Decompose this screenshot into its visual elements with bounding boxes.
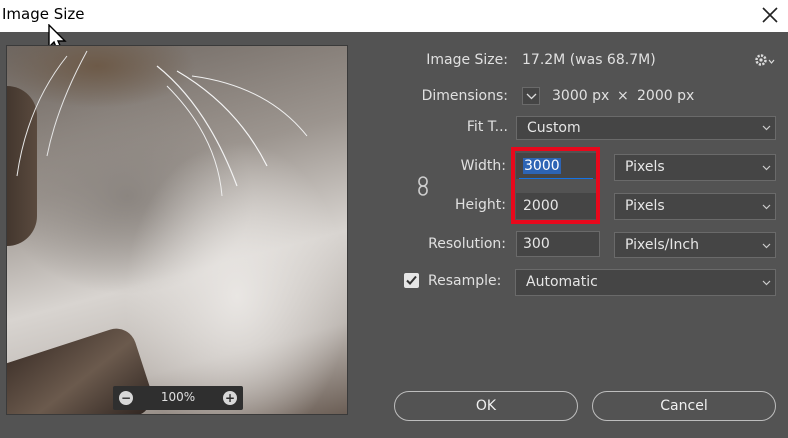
whiskers-graphic [16,50,308,197]
resolution-unit-value: Pixels/Inch [625,237,699,253]
zoom-out-icon[interactable]: − [119,391,133,405]
image-size-value: 17.2M (was 68.7M) [522,52,656,68]
chevron-down-icon [762,280,771,286]
link-icon[interactable] [416,176,430,196]
resolution-label: Resolution: [428,236,506,252]
height-label: Height: [455,197,506,213]
chevron-down-icon [762,204,771,210]
close-icon[interactable] [761,6,779,24]
fit-to-value: Custom [527,120,581,136]
height-unit-value: Pixels [625,198,665,214]
resample-checkbox[interactable] [404,273,419,288]
image-preview[interactable]: − 100% + [6,45,348,415]
resample-select[interactable]: Automatic [515,269,776,296]
dimensions-times: × [617,88,629,104]
title-bar: Image Size [0,0,788,32]
height-unit-select[interactable]: Pixels [614,193,776,220]
chevron-down-icon [762,243,771,249]
resample-label: Resample: [428,273,502,289]
resample-value: Automatic [526,274,598,290]
width-unit-select[interactable]: Pixels [614,154,776,181]
resolution-input[interactable]: 300 [516,231,600,257]
gear-icon[interactable] [753,52,775,68]
width-unit-value: Pixels [625,159,665,175]
resolution-value: 300 [523,236,550,252]
resolution-unit-select[interactable]: Pixels/Inch [614,232,776,258]
highlight-box [511,147,600,224]
chevron-down-icon [762,165,771,171]
dimensions-height: 2000 px [637,88,695,104]
cancel-button[interactable]: Cancel [592,391,776,421]
dimensions-width: 3000 px [552,88,610,104]
fit-to-select[interactable]: Custom [516,116,776,140]
window-title: Image Size [2,5,85,23]
zoom-level: 100% [160,390,196,404]
fit-to-label: Fit T... [466,119,508,135]
chevron-down-icon [762,125,771,131]
width-label: Width: [460,158,506,174]
chevron-down-icon [526,93,537,100]
dimensions-dropdown[interactable] [522,87,540,105]
zoom-bar: − 100% + [113,386,243,410]
ok-button[interactable]: OK [394,391,578,421]
zoom-in-icon[interactable]: + [223,391,237,405]
image-size-label: Image Size: [426,52,508,68]
dimensions-label: Dimensions: [421,88,508,104]
checkmark-icon [406,275,417,285]
